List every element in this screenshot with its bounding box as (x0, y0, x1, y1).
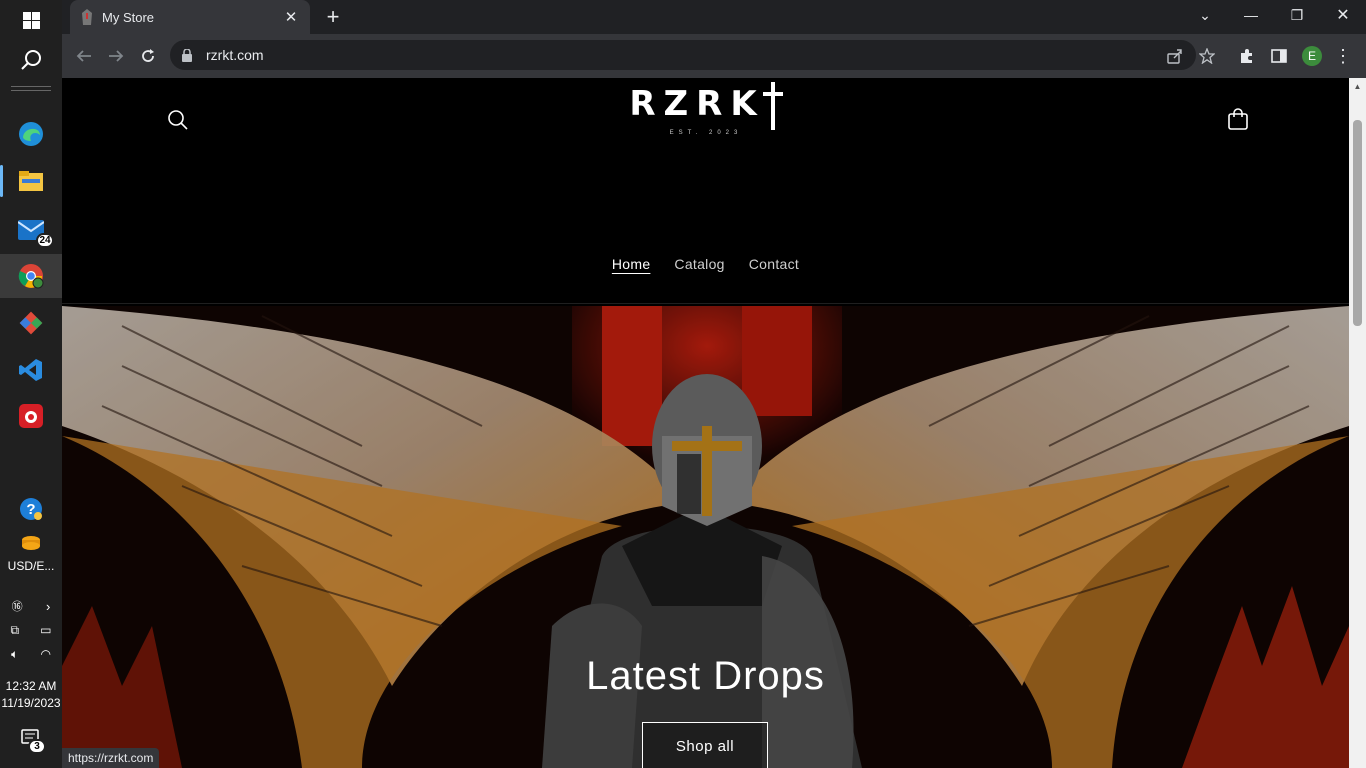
forward-button[interactable] (101, 41, 131, 71)
clock-date[interactable]: 11/19/2023 (0, 695, 62, 712)
forward-arrow-icon (109, 50, 124, 62)
side-panel-icon (1271, 49, 1287, 63)
bookmark-button[interactable] (1192, 41, 1222, 71)
notification-badge: 3 (28, 739, 46, 754)
vscode-icon (19, 359, 42, 381)
url-text: rzrkt.com (206, 47, 264, 63)
hero-title: Latest Drops (586, 654, 825, 698)
cross-icon (762, 82, 783, 130)
antivirus-icon (19, 404, 43, 428)
tab-close-icon[interactable]: ✕ (282, 8, 300, 26)
side-panel-button[interactable] (1264, 41, 1294, 71)
edge-app[interactable] (0, 114, 62, 154)
wifi-icon[interactable]: ◠ (40, 647, 50, 661)
language-icon[interactable]: ⑯ (12, 598, 23, 614)
tab-strip: My Store ✕ + ⌄ — ❐ ✕ (62, 0, 1366, 34)
profile-avatar: E (1302, 46, 1322, 66)
address-bar[interactable]: rzrkt.com (170, 40, 1196, 70)
back-button[interactable] (69, 41, 99, 71)
security-app[interactable] (0, 396, 62, 436)
browser-toolbar: rzrkt.com E ⋮ (62, 34, 1366, 78)
search-button[interactable] (0, 44, 62, 76)
git-tool-icon (19, 311, 43, 335)
nav-contact[interactable]: Contact (749, 256, 799, 272)
start-button[interactable] (0, 4, 62, 36)
taskbar-divider (11, 90, 51, 91)
scroll-up-icon[interactable]: ▲ (1353, 82, 1362, 92)
site-logo[interactable]: RZRK EST. 2023 (628, 82, 784, 136)
mail-app[interactable]: 24 (0, 210, 62, 250)
back-arrow-icon (76, 50, 91, 62)
share-button[interactable] (1160, 41, 1190, 71)
clock-time[interactable]: 12:32 AM (0, 678, 62, 695)
currency-widget[interactable] (0, 532, 62, 558)
windows-logo-icon (22, 11, 40, 29)
new-tab-button[interactable]: + (320, 4, 346, 30)
search-icon[interactable] (166, 108, 190, 132)
vscode-app[interactable] (0, 350, 62, 390)
chevron-right-icon[interactable]: › (46, 599, 50, 614)
meet-icon[interactable]: ⧉ (11, 623, 20, 638)
battery-icon[interactable]: ▭ (40, 623, 51, 637)
shop-all-button[interactable]: Shop all (642, 722, 768, 768)
notification-center[interactable]: 3 (0, 726, 62, 754)
tab-title: My Store (102, 9, 155, 25)
web-page: RZRK EST. 2023 Home Catalog Contact Late… (62, 78, 1349, 768)
extensions-button[interactable] (1232, 41, 1262, 71)
tab-my-store[interactable]: My Store ✕ (70, 0, 310, 34)
reload-icon (142, 49, 154, 62)
cart-icon[interactable] (1226, 108, 1250, 132)
lock-icon[interactable] (182, 48, 192, 62)
link-status-bar: https://rzrkt.com (62, 748, 160, 768)
help-icon: ? (20, 498, 42, 520)
coins-icon (22, 536, 40, 550)
hero-banner: Latest Drops Shop all (62, 306, 1349, 768)
nav-home[interactable]: Home (612, 256, 651, 272)
restore-button[interactable]: ❐ (1274, 0, 1320, 30)
minimize-button[interactable]: — (1228, 0, 1274, 30)
site-header: RZRK EST. 2023 Home Catalog Contact (62, 78, 1349, 304)
currency-label: USD/E... (7, 559, 55, 573)
tray-row: ⑯ › (0, 596, 62, 616)
scroll-thumb[interactable] (1353, 120, 1362, 326)
chrome-icon (18, 264, 44, 289)
menu-icon[interactable]: ⋮ (1328, 41, 1358, 71)
puzzle-icon (1241, 49, 1252, 63)
page-scrollbar[interactable]: ▲ (1349, 78, 1366, 768)
help-app[interactable]: ? (0, 494, 62, 524)
tab-search-icon[interactable]: ⌄ (1182, 0, 1228, 30)
git-app[interactable] (0, 303, 62, 343)
logo-text: RZRK (629, 84, 765, 124)
volume-icon[interactable]: 🔈︎ (11, 647, 18, 662)
edge-icon (19, 122, 43, 146)
favicon-knight-icon (82, 9, 92, 25)
folder-icon (19, 171, 43, 191)
close-window-button[interactable]: ✕ (1320, 0, 1366, 30)
share-icon (1167, 49, 1182, 64)
logo-subtitle: EST. 2023 (669, 130, 743, 136)
profile-button[interactable]: E (1297, 41, 1327, 71)
mail-unread-badge: 24 (36, 233, 54, 248)
main-navigation: Home Catalog Contact (62, 256, 1349, 272)
browser-window: My Store ✕ + ⌄ — ❐ ✕ rzrkt.com E ⋮ (62, 0, 1366, 78)
search-icon (21, 50, 41, 70)
file-explorer-app[interactable] (0, 161, 62, 201)
taskbar-divider (11, 86, 51, 87)
nav-catalog[interactable]: Catalog (674, 256, 724, 272)
tray-row: ⧉ ▭ (0, 620, 62, 640)
tray-row: 🔈︎ ◠ (0, 644, 62, 664)
reload-button[interactable] (133, 41, 163, 71)
windows-taskbar: 24 ? USD/E... ⑯ › ⧉ ▭ 🔈︎ ◠ 12:32 AM 11/1… (0, 0, 62, 768)
chrome-app[interactable] (0, 254, 62, 298)
star-icon (1199, 48, 1215, 64)
